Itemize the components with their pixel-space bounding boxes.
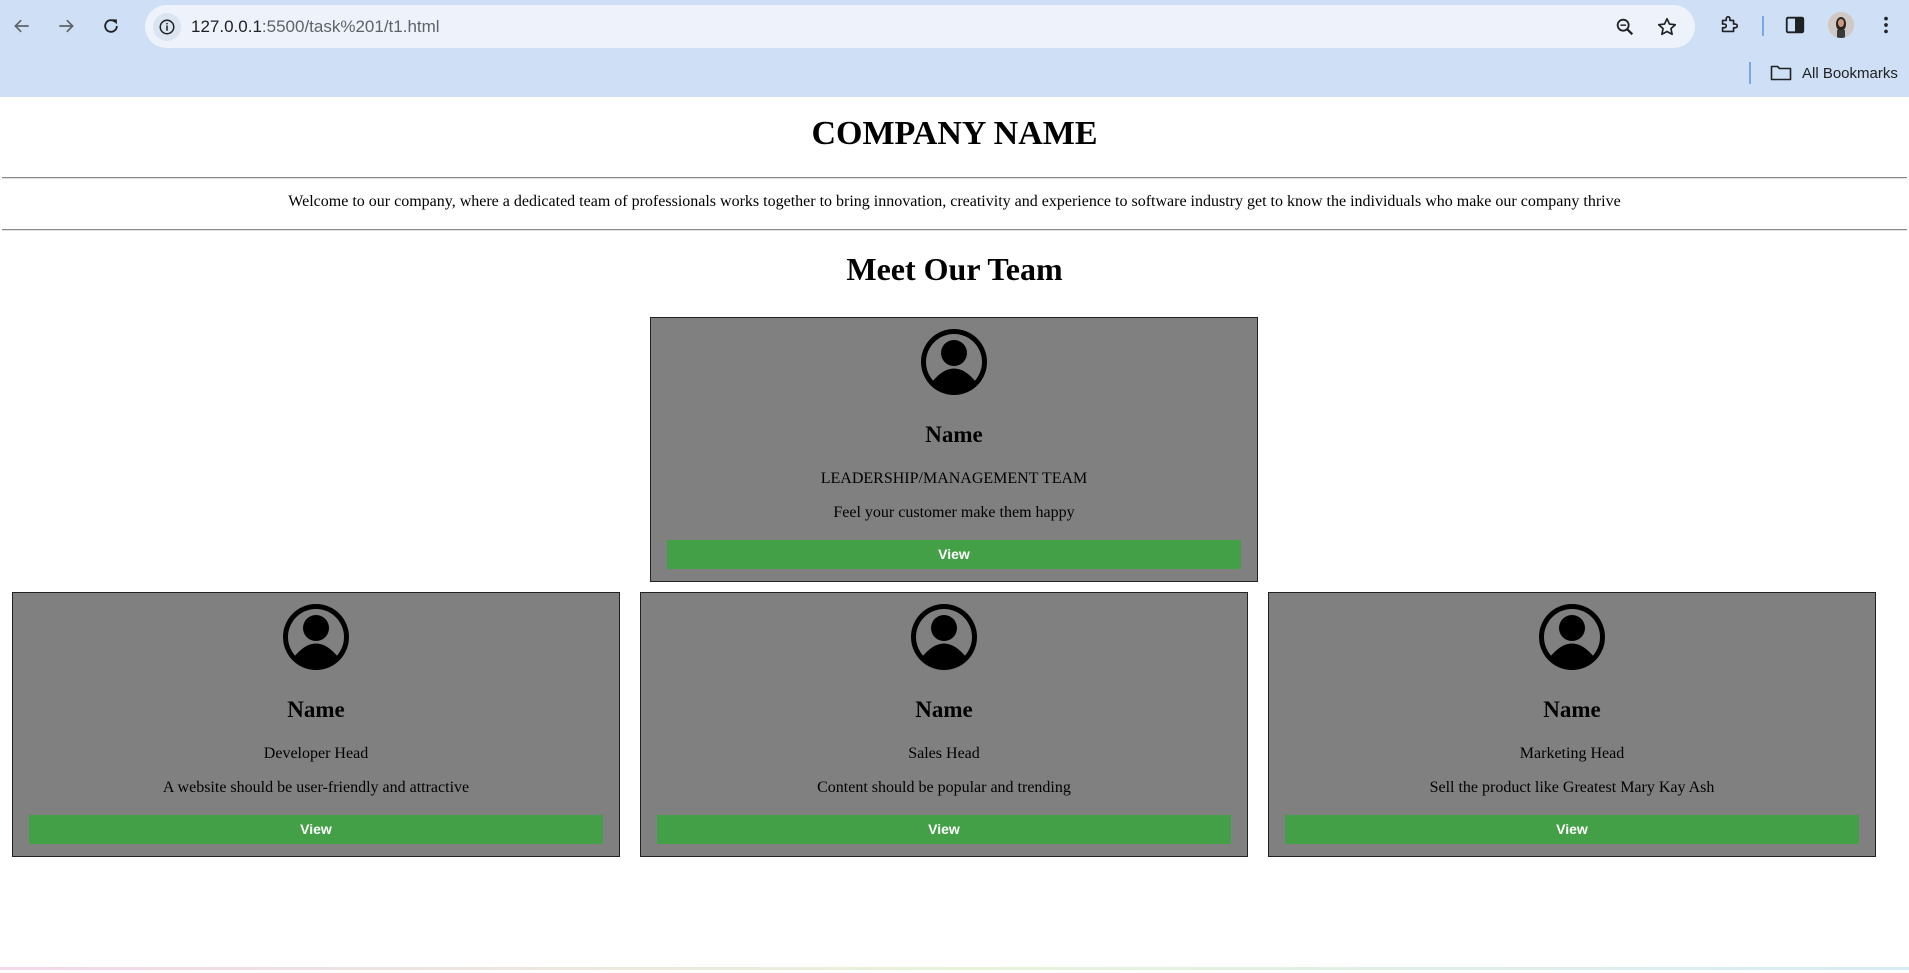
view-button[interactable]: View [29,815,603,844]
arrow-right-icon [59,19,74,33]
info-icon [159,19,175,35]
bottom-edge-strip [0,967,1909,970]
member-role: LEADERSHIP/MANAGEMENT TEAM [820,470,1088,487]
url-text[interactable]: 127.0.0.1:5500/task%201/t1.html [191,5,440,48]
view-button[interactable]: View [657,815,1231,844]
member-name: Name [915,697,973,722]
user-avatar-icon [921,329,987,395]
user-avatar-icon [283,604,349,670]
zoom-button[interactable] [1613,15,1637,39]
member-name: Name [925,422,983,447]
team-card-sales: Name Sales Head Content should be popula… [640,592,1248,857]
page-content: COMPANY NAME Welcome to our company, whe… [0,97,1909,973]
divider-bottom [2,229,1907,231]
site-info-button[interactable] [153,13,181,41]
team-card-developer: Name Developer Head A website should be … [12,592,620,857]
member-name: Name [287,697,345,722]
profile-avatar[interactable] [1828,12,1854,38]
side-panel-button[interactable] [1781,11,1809,39]
member-quote: Content should be popular and trending [817,779,1071,796]
bookmarks-separator [1749,62,1751,84]
bookmark-star-button[interactable] [1655,15,1679,39]
view-button[interactable]: View [667,540,1241,569]
team-card-marketing: Name Marketing Head Sell the product lik… [1268,592,1876,857]
side-panel-icon [1785,16,1805,34]
member-quote: Feel your customer make them happy [833,504,1075,521]
profile-picture-icon [1828,12,1854,38]
browser-toolbar: 127.0.0.1:5500/task%201/t1.html All Book… [0,0,1909,97]
member-quote: A website should be user-friendly and at… [162,779,470,796]
puzzle-icon [1721,15,1739,33]
toolbar-separator [1762,16,1764,36]
team-heading: Meet Our Team [846,251,1063,287]
user-avatar-icon [1539,604,1605,670]
member-role: Sales Head [908,745,980,762]
address-bar[interactable]: 127.0.0.1:5500/task%201/t1.html [145,5,1695,48]
kebab-menu-icon [1884,16,1888,34]
reload-icon [104,19,118,33]
magnifier-icon [1616,18,1634,36]
star-icon [1657,17,1677,36]
member-name: Name [1543,697,1601,722]
member-role: Marketing Head [1519,745,1625,762]
url-host: 127.0.0.1 [191,17,262,36]
member-quote: Sell the product like Greatest Mary Kay … [1429,779,1715,796]
divider-top [2,177,1907,179]
all-bookmarks-button[interactable]: All Bookmarks [1770,60,1898,86]
url-path: :5500/task%201/t1.html [261,17,440,36]
arrow-left-icon [14,19,29,33]
member-role: Developer Head [263,745,369,762]
extensions-button[interactable] [1715,11,1743,39]
browser-menu-button[interactable] [1872,11,1900,39]
all-bookmarks-label: All Bookmarks [1802,64,1898,82]
folder-icon [1770,65,1792,81]
welcome-text: Welcome to our company, where a dedicate… [288,193,1621,210]
company-name-heading: COMPANY NAME [811,115,1098,152]
view-button[interactable]: View [1285,815,1859,844]
user-avatar-icon [911,604,977,670]
team-card-leadership: Name LEADERSHIP/MANAGEMENT TEAM Feel you… [650,317,1258,582]
reload-button[interactable] [95,10,127,42]
back-button[interactable] [6,10,38,42]
forward-button[interactable] [50,10,82,42]
